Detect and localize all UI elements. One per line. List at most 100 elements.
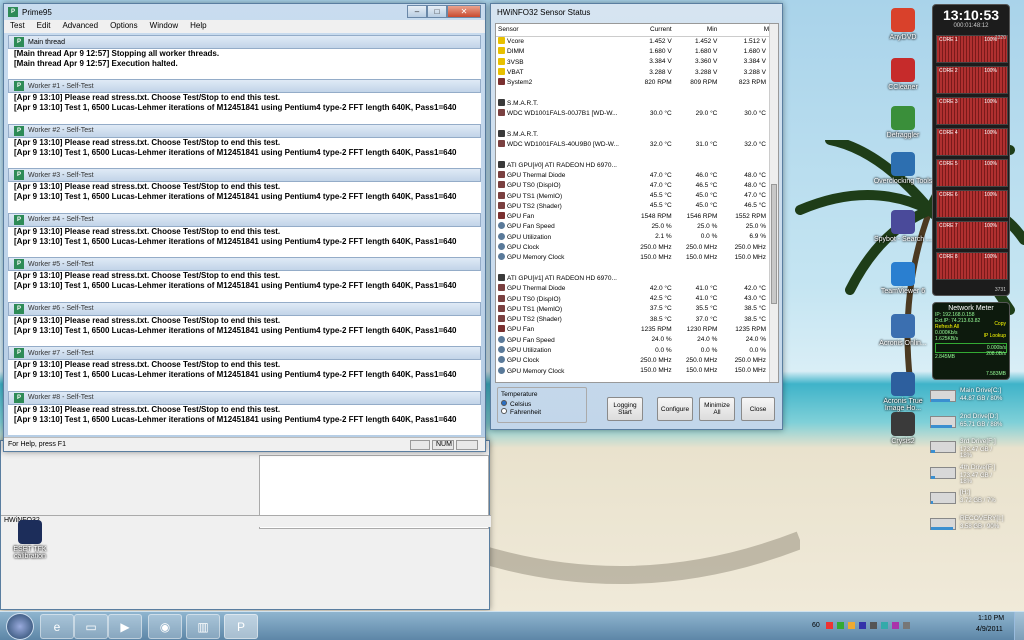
taskbar-explorer-icon[interactable]: ▭: [74, 614, 108, 639]
sensor-min: 46.5 °C: [695, 181, 718, 189]
network-copy[interactable]: Copy: [994, 321, 1006, 327]
sensor-row[interactable]: [496, 87, 778, 97]
drive-item[interactable]: Main Drive[C:] 44.87 GB / 80%: [930, 386, 1004, 408]
sensor-row[interactable]: GPU Fan 1548 RPM 1546 RPM 1552 RPM: [496, 211, 778, 221]
gauge-icon: [498, 253, 505, 261]
sensor-row[interactable]: Vcore 1.452 V 1.452 V 1.512 V: [496, 36, 778, 46]
taskbar-media-player-icon[interactable]: ▶: [108, 614, 142, 639]
tray-time[interactable]: 1:10 PM: [978, 615, 1004, 622]
scrollbar-thumb[interactable]: [771, 184, 777, 304]
sensor-row[interactable]: GPU Thermal Diode 42.0 °C 41.0 °C 42.0 °C: [496, 283, 778, 293]
menu-item-test[interactable]: Test: [10, 21, 25, 32]
sensor-row[interactable]: [496, 118, 778, 128]
drive-item[interactable]: 3rd Drive[F:] 173.47 GB / 18%: [930, 437, 1004, 459]
worker-panel[interactable]: P Worker #2 - Self-Test [Apr 9 13:10] Plea…: [8, 123, 481, 169]
desktop-icon-crysis2[interactable]: Crysis2: [873, 412, 933, 445]
logging-start-button[interactable]: Logging Start: [607, 397, 643, 421]
minimize-button[interactable]: –: [407, 5, 427, 18]
sensor-row[interactable]: GPU TS1 (MemIO) 37.5 °C 35.5 °C 38.5 °C: [496, 304, 778, 314]
drive-item[interactable]: [H:] 3.72 GB / 7%: [930, 488, 1004, 510]
drive-item[interactable]: 4th Drive[F:] 173.47 GB / 18%: [930, 463, 1004, 485]
worker-line: [Apr 9 13:10] Test 1, 6500 Lucas-Lehmer …: [14, 236, 457, 246]
show-desktop-button[interactable]: [1014, 612, 1024, 640]
sensor-row[interactable]: System2 820 RPM 809 RPM 823 RPM: [496, 77, 778, 87]
desktop-icon-defraggler[interactable]: Defraggler: [873, 106, 933, 139]
sensor-row[interactable]: GPU TS2 (Shader) 38.5 °C 37.0 °C 38.5 °C: [496, 314, 778, 324]
minimize-all-button[interactable]: Minimize All: [699, 397, 735, 421]
close-sensor-button[interactable]: Close: [741, 397, 775, 421]
drive-size: 44.87 GB / 80%: [960, 396, 1003, 402]
drive-icon: [930, 517, 956, 530]
sensor-name: GPU TS0 (DispIO): [507, 182, 561, 190]
desktop-icon-spybot[interactable]: Spybot - Search ...: [873, 210, 933, 243]
sensor-row[interactable]: 3VSB 3.384 V 3.360 V 3.384 V: [496, 57, 778, 67]
maximize-button[interactable]: □: [427, 5, 447, 18]
taskbar-prime95-icon[interactable]: P: [224, 614, 258, 639]
network-ip-lookup[interactable]: IP Lookup: [984, 333, 1006, 339]
sensor-row[interactable]: [496, 149, 778, 159]
worker-panel[interactable]: P Worker #5 - Self-Test [Apr 9 13:10] Plea…: [8, 257, 481, 302]
desktop-icon-eset[interactable]: ESET TFK calibration: [0, 520, 60, 560]
tray-date[interactable]: 4/9/2011: [976, 626, 1003, 633]
hwinfo-titlebar[interactable]: HWiNFO32 Sensor Status: [491, 4, 782, 20]
drive-size: 173.47 GB / 18%: [960, 472, 993, 485]
fahrenheit-radio[interactable]: Fahrenheit: [501, 408, 583, 416]
sensor-row[interactable]: GPU Fan 1235 RPM 1230 RPM 1235 RPM: [496, 324, 778, 334]
sensor-row[interactable]: VBAT 3.288 V 3.288 V 3.288 V: [496, 67, 778, 77]
menu-item-advanced[interactable]: Advanced: [62, 21, 98, 32]
sensor-row[interactable]: GPU Clock 250.0 MHz 250.0 MHz 250.0 MHz: [496, 242, 778, 252]
column-header-min[interactable]: Min: [673, 24, 720, 37]
column-header-current[interactable]: Current: [628, 24, 674, 37]
taskbar-winamp-icon[interactable]: ▥: [186, 614, 220, 639]
sensor-row[interactable]: GPU TS2 (Shader) 45.5 °C 45.0 °C 46.5 °C: [496, 201, 778, 211]
drive-item[interactable]: RECOVERY[I:] 3.58 GB / 90%: [930, 514, 1004, 536]
menu-item-help[interactable]: Help: [190, 21, 206, 32]
sensor-row[interactable]: GPU Thermal Diode 47.0 °C 46.0 °C 48.0 °C: [496, 170, 778, 180]
sensor-row[interactable]: DIMM 1.680 V 1.680 V 1.680 V: [496, 46, 778, 56]
sensor-row[interactable]: [496, 263, 778, 273]
sensor-row[interactable]: S.M.A.R.T.: [496, 129, 778, 139]
sensor-row[interactable]: WDC WD1001FALS-00J7B1 [WD-W... 30.0 °C 29.…: [496, 108, 778, 118]
worker-panel[interactable]: P Worker #4 - Self-Test [Apr 9 13:10] Plea…: [8, 212, 481, 258]
sensor-row[interactable]: GPU Fan Speed 25.0 % 25.0 % 25.0 %: [496, 221, 778, 231]
drive-item[interactable]: 2nd Drive[D:] 65.71 GB / 88%: [930, 412, 1004, 434]
sensor-row[interactable]: GPU Memory Clock 150.0 MHz 150.0 MHz 150.0 …: [496, 252, 778, 262]
worker-panel[interactable]: P Worker #8 - Self-Test [Apr 9 13:10] Plea…: [8, 390, 481, 436]
sensor-scrollbar[interactable]: [769, 24, 778, 382]
sensor-row[interactable]: GPU TS0 (DispIO) 42.5 °C 41.0 °C 43.0 °C: [496, 293, 778, 303]
sensor-row[interactable]: GPU Utilization 0.0 % 0.0 % 0.0 %: [496, 345, 778, 355]
taskbar-ie-icon[interactable]: e: [40, 614, 74, 639]
sensor-row[interactable]: ATI GPU[#0] ATI RADEON HD 6970...: [496, 160, 778, 170]
sensor-row[interactable]: GPU TS0 (DispIO) 47.0 °C 46.5 °C 48.0 °C: [496, 180, 778, 190]
desktop-icon-acronis[interactable]: Acronis True Image Ho...: [873, 372, 933, 412]
menu-item-options[interactable]: Options: [110, 21, 138, 32]
sensor-row[interactable]: GPU TS1 (MemIO) 45.5 °C 45.0 °C 47.0 °C: [496, 190, 778, 200]
desktop-icon-anydvd[interactable]: AnyDVD: [873, 8, 933, 41]
gauge-icon: [498, 243, 505, 251]
desktop-icon-acronis[interactable]: Acronis Onlin...: [873, 314, 933, 347]
close-button[interactable]: ✕: [447, 5, 481, 18]
desktop-icon-ccleaner[interactable]: CCleaner: [873, 58, 933, 91]
sensor-row[interactable]: GPU Clock 250.0 MHz 250.0 MHz 250.0 MHz: [496, 355, 778, 365]
sensor-row[interactable]: ATI GPU[#1] ATI RADEON HD 6970...: [496, 273, 778, 283]
main-thread-panel[interactable]: P Main thread [Main thread Apr 9 12:57] S…: [8, 35, 481, 79]
tray-icons[interactable]: [826, 622, 956, 631]
menu-item-edit[interactable]: Edit: [37, 21, 51, 32]
sensor-row[interactable]: GPU Memory Clock 150.0 MHz 150.0 MHz 150.0 …: [496, 366, 778, 376]
desktop-icon-overclocking[interactable]: Overclocking Tools: [873, 152, 933, 185]
taskbar-firefox-icon[interactable]: ◉: [148, 614, 182, 639]
worker-panel[interactable]: P Worker #7 - Self-Test [Apr 9 13:10] Plea…: [8, 346, 481, 391]
sensor-row[interactable]: GPU Utilization 2.1 % 0.0 % 6.9 %: [496, 232, 778, 242]
configure-button[interactable]: Configure: [657, 397, 693, 421]
worker-panel[interactable]: P Worker #1 - Self-Test [Apr 9 13:10] Plea…: [8, 79, 481, 124]
start-button[interactable]: [6, 613, 34, 640]
column-header-sensor[interactable]: Sensor: [496, 24, 628, 37]
desktop-icon-teamviewer[interactable]: TeamViewer 6: [873, 262, 933, 295]
sensor-row[interactable]: WDC WD1001FALS-40U9B0 [WD-W... 32.0 °C 31.…: [496, 139, 778, 149]
menu-item-window[interactable]: Window: [150, 21, 178, 32]
worker-panel[interactable]: P Worker #6 - Self-Test [Apr 9 13:10] Plea…: [8, 301, 481, 347]
sensor-row[interactable]: GPU Fan Speed 24.0 % 24.0 % 24.0 %: [496, 335, 778, 345]
celsius-radio[interactable]: Celsius: [501, 400, 583, 408]
worker-panel[interactable]: P Worker #3 - Self-Test [Apr 9 13:10] Plea…: [8, 168, 481, 213]
sensor-row[interactable]: S.M.A.R.T.: [496, 98, 778, 108]
